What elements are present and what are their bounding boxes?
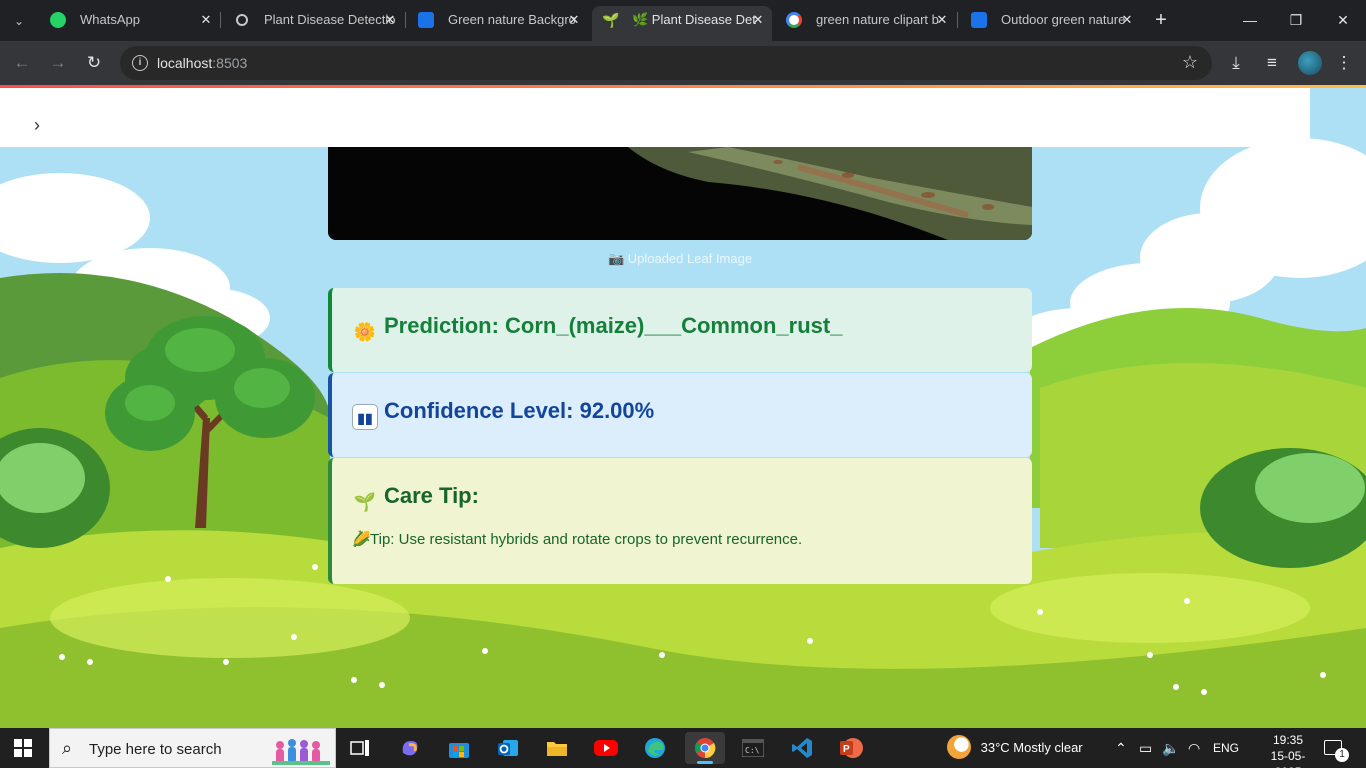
- microsoft-store-icon[interactable]: [439, 732, 479, 764]
- bookmark-star-icon[interactable]: ☆: [1182, 52, 1198, 73]
- confidence-heading: ▮▮ Confidence Level: 92.00%: [352, 398, 654, 430]
- download-icon[interactable]: ⤓: [1224, 51, 1248, 75]
- language-indicator[interactable]: ENG: [1213, 728, 1239, 768]
- seedling-icon: 🌱: [602, 12, 620, 28]
- prediction-text: Prediction: Corn_(maize)___Common_rust_: [384, 313, 843, 338]
- bar-chart-icon: ▮▮: [352, 404, 378, 430]
- search-placeholder: Type here to search: [89, 741, 222, 758]
- file-explorer-icon[interactable]: [537, 732, 577, 764]
- minimize-icon[interactable]: —: [1237, 8, 1263, 32]
- volume-icon[interactable]: 🔈: [1162, 728, 1179, 768]
- tab-title: WhatsApp: [80, 12, 140, 27]
- clock-time: 19:35: [1272, 733, 1304, 747]
- reload-icon[interactable]: ↻: [82, 51, 106, 75]
- task-view-icon[interactable]: [340, 732, 380, 764]
- google-icon: [786, 12, 802, 28]
- app-viewport[interactable]: › 📷 Uploaded Leaf Image 🌼 Prediction: Cor…: [0, 88, 1366, 728]
- tab-green-nature-background[interactable]: Green nature Backgro ✕: [408, 6, 588, 34]
- profile-avatar[interactable]: [1298, 51, 1322, 75]
- tab-outdoor-green-nature[interactable]: Outdoor green nature ✕: [961, 6, 1141, 34]
- freepik-icon: [971, 12, 987, 28]
- prediction-heading: 🌼 Prediction: Corn_(maize)___Common_rust_: [352, 313, 843, 345]
- close-icon[interactable]: ✕: [566, 6, 582, 34]
- tab-plant-disease-det-active[interactable]: 🌱 🌿 Plant Disease Det ✕: [592, 6, 772, 41]
- care-tip-heading: 🌱 Care Tip:: [352, 483, 479, 515]
- notification-count-badge: 1: [1335, 748, 1349, 762]
- system-clock[interactable]: 19:35 15-05-2025: [1258, 732, 1318, 768]
- clock-date: 15-05-2025: [1270, 749, 1306, 768]
- freepik-icon: [418, 12, 434, 28]
- vscode-icon[interactable]: [782, 732, 822, 764]
- care-tip-heading-text: Care Tip:: [384, 483, 479, 508]
- taskbar-search-box[interactable]: ⌕ Type here to search: [49, 728, 336, 768]
- close-icon[interactable]: ✕: [750, 6, 766, 34]
- tab-title: Plant Disease Detectio: [264, 12, 396, 27]
- close-icon[interactable]: ✕: [198, 6, 214, 34]
- site-info-icon[interactable]: i: [132, 55, 148, 71]
- address-bar[interactable]: i localhost:8503 ☆: [120, 46, 1212, 80]
- tab-title: green nature clipart b: [816, 12, 939, 27]
- youtube-icon[interactable]: [586, 732, 626, 764]
- search-highlight-people-icon: [272, 739, 330, 765]
- image-caption: 📷 Uploaded Leaf Image: [607, 251, 753, 266]
- flower-icon: 🌼: [353, 322, 377, 342]
- confidence-text: Confidence Level: 92.00%: [384, 398, 655, 423]
- tab-title: Green nature Backgro: [448, 12, 576, 27]
- close-icon[interactable]: ✕: [382, 6, 398, 34]
- svg-text:C:\: C:\: [745, 746, 760, 755]
- prediction-card: 🌼 Prediction: Corn_(maize)___Common_rust_: [328, 288, 1032, 372]
- search-icon: ⌕: [62, 738, 73, 758]
- uploaded-leaf-image: [328, 147, 1032, 240]
- close-icon[interactable]: ✕: [1119, 6, 1135, 34]
- care-tip-text: 🌽Tip: Use resistant hybrids and rotate c…: [352, 531, 803, 548]
- copilot-icon[interactable]: [390, 732, 430, 764]
- media-control-icon[interactable]: ≡: [1260, 51, 1284, 75]
- tab-search-chevron-icon[interactable]: ⌄: [8, 10, 30, 32]
- terminal-icon[interactable]: C:\: [733, 732, 773, 764]
- svg-text:P: P: [843, 744, 850, 755]
- close-icon[interactable]: ✕: [934, 6, 950, 34]
- edge-icon[interactable]: [635, 732, 675, 764]
- weather-text: 33°C Mostly clear: [980, 740, 1083, 755]
- moon-cloud-icon: [947, 735, 971, 759]
- weather-widget[interactable]: 33°C Mostly clear: [947, 728, 1083, 768]
- outlook-icon[interactable]: [488, 732, 528, 764]
- chrome-icon[interactable]: [685, 732, 725, 764]
- tab-green-nature-clipart[interactable]: green nature clipart b ✕: [776, 6, 956, 34]
- back-arrow-icon[interactable]: ←: [10, 51, 34, 75]
- new-tab-button[interactable]: +: [1150, 9, 1172, 31]
- notification-center-icon[interactable]: 1: [1324, 728, 1349, 768]
- seedling-icon: 🌱: [353, 492, 377, 512]
- powerpoint-icon[interactable]: P: [831, 732, 871, 764]
- forward-arrow-icon[interactable]: →: [46, 51, 70, 75]
- battery-icon[interactable]: ▭: [1139, 728, 1152, 768]
- corn-icon: 🌽: [352, 531, 371, 548]
- windows-taskbar: ⌕ Type here to search C:\ P 33°C Mostly …: [0, 728, 1366, 768]
- show-hidden-icons-chevron[interactable]: ⌃: [1115, 728, 1127, 768]
- windows-start-icon[interactable]: [14, 739, 32, 757]
- tab-plant-disease-detection[interactable]: Plant Disease Detectio ✕: [224, 6, 404, 34]
- wifi-icon[interactable]: ◠: [1188, 728, 1200, 768]
- whatsapp-icon: [50, 12, 66, 28]
- browser-toolbar: ← → ↻ i localhost:8503 ☆ ⤓ ≡ ⋮: [0, 41, 1366, 85]
- sidebar-expand-chevron-icon[interactable]: ›: [34, 116, 40, 134]
- streamlit-icon: [236, 14, 248, 26]
- care-tip-card: 🌱 Care Tip: 🌽Tip: Use resistant hybrids a…: [328, 458, 1032, 584]
- tab-title: Outdoor green nature: [1001, 12, 1126, 27]
- tab-whatsapp[interactable]: WhatsApp ✕: [40, 6, 220, 34]
- restore-icon[interactable]: ❐: [1283, 8, 1309, 32]
- tab-strip: ⌄ WhatsApp ✕ Plant Disease Detectio ✕ Gr…: [0, 0, 1366, 41]
- leaf-photo: [328, 147, 1032, 240]
- url-text[interactable]: localhost:8503: [157, 55, 247, 71]
- menu-kebab-icon[interactable]: ⋮: [1332, 51, 1356, 75]
- tab-title: 🌿 Plant Disease Det: [632, 12, 756, 27]
- close-window-icon[interactable]: ✕: [1330, 8, 1356, 32]
- confidence-card: ▮▮ Confidence Level: 92.00%: [328, 373, 1032, 457]
- app-header: ›: [0, 88, 1310, 147]
